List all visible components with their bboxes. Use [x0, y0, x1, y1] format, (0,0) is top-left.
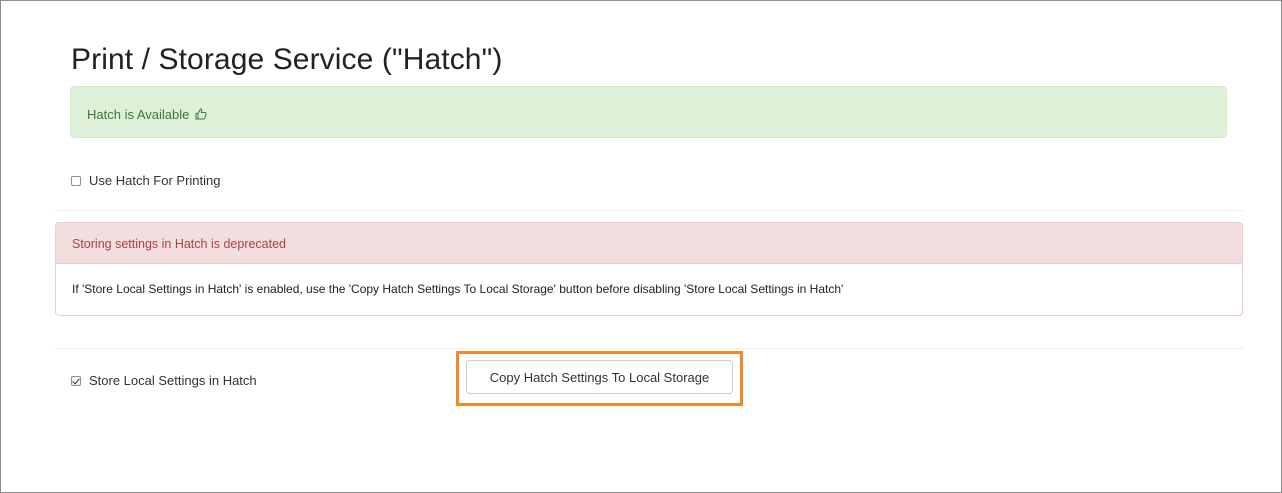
store-local-settings-label: Store Local Settings in Hatch [89, 373, 257, 388]
thumbs-up-icon [195, 108, 207, 120]
use-hatch-printing-checkbox[interactable] [71, 175, 81, 186]
use-hatch-printing-row[interactable]: Use Hatch For Printing [71, 173, 221, 188]
deprecation-panel: Storing settings in Hatch is deprecated … [55, 222, 1243, 316]
hatch-status-alert: Hatch is Available [70, 86, 1227, 138]
deprecation-panel-body: If 'Store Local Settings in Hatch' is en… [72, 282, 844, 296]
section-divider-top [55, 210, 1243, 211]
hatch-status-text: Hatch is Available [87, 107, 190, 122]
use-hatch-printing-label: Use Hatch For Printing [89, 173, 221, 188]
screenshot-frame: Print / Storage Service ("Hatch") Hatch … [0, 0, 1282, 493]
store-local-settings-checkbox[interactable] [71, 375, 81, 386]
store-local-settings-row[interactable]: Store Local Settings in Hatch [71, 373, 257, 388]
copy-hatch-settings-button[interactable]: Copy Hatch Settings To Local Storage [466, 360, 733, 394]
section-divider-bottom [55, 348, 1243, 349]
page-title: Print / Storage Service ("Hatch") [71, 43, 503, 76]
deprecation-panel-heading: Storing settings in Hatch is deprecated [56, 223, 1242, 264]
